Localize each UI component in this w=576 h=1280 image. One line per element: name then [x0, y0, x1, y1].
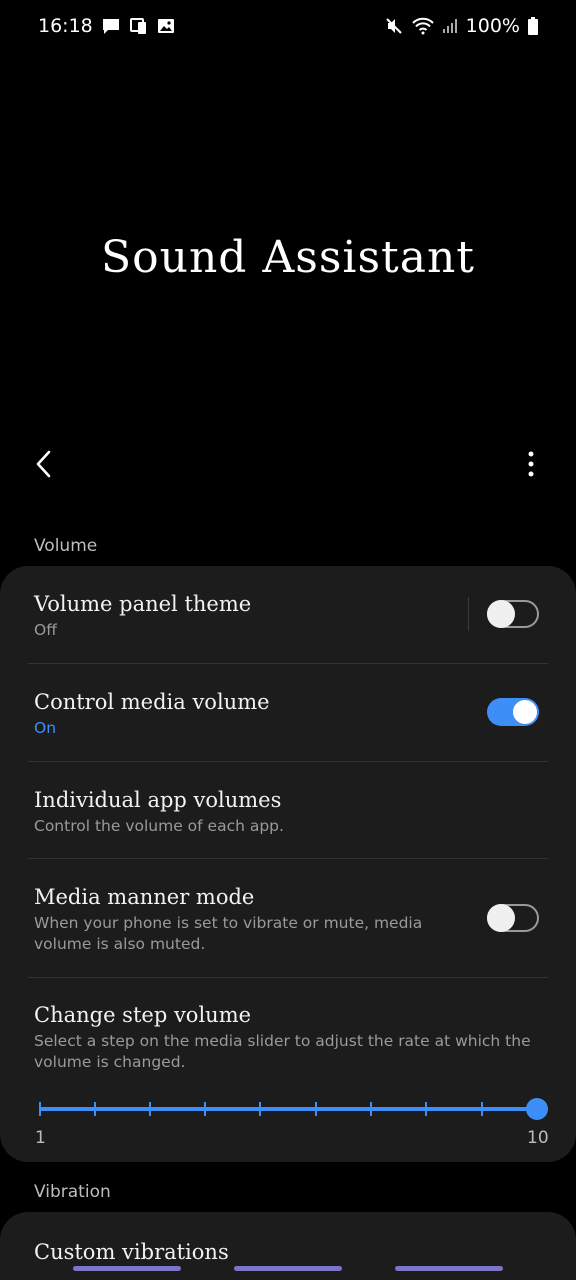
setting-custom-vibrations[interactable]: Custom vibrations — [34, 1238, 548, 1266]
divider — [28, 858, 548, 859]
wifi-icon — [411, 17, 434, 35]
setting-description: Select a step on the media slider to adj… — [34, 1032, 531, 1071]
divider — [28, 761, 548, 762]
slider-max-label: 10 — [527, 1128, 549, 1148]
slider-tick — [94, 1102, 96, 1116]
setting-title: Individual app volumes — [34, 788, 282, 812]
message-icon — [101, 17, 121, 35]
setting-title: Control media volume — [34, 690, 270, 714]
setting-title: Custom vibrations — [34, 1240, 229, 1264]
back-arrow-icon — [36, 450, 51, 478]
setting-change-step-volume: Change step volume Select a step on the … — [34, 1001, 548, 1073]
step-volume-slider[interactable] — [40, 1107, 536, 1111]
divider — [28, 977, 548, 978]
slider-tick — [204, 1102, 206, 1116]
status-time: 16:18 — [38, 15, 93, 37]
divider — [28, 663, 548, 664]
battery-percent: 100% — [465, 15, 520, 37]
setting-title: Change step volume — [34, 1003, 252, 1027]
toggle-knob — [513, 700, 537, 724]
device-icon — [129, 16, 149, 36]
slider-tick — [259, 1102, 261, 1116]
setting-status: Off — [34, 621, 57, 639]
setting-description: Control the volume of each app. — [34, 817, 284, 835]
slider-tick — [425, 1102, 427, 1116]
setting-volume-panel-theme[interactable]: Volume panel theme Off — [34, 590, 548, 641]
vertical-divider — [468, 597, 469, 631]
status-right: 100% — [384, 15, 538, 37]
screen: 16:18 100% Sound Assistant Volume Volume… — [0, 0, 576, 1280]
setting-media-manner-mode[interactable]: Media manner mode When your phone is set… — [34, 883, 446, 955]
control-media-volume-toggle[interactable] — [487, 698, 539, 726]
status-bar: 16:18 100% — [0, 0, 576, 52]
slider-tick — [39, 1102, 41, 1116]
media-manner-mode-toggle[interactable] — [487, 904, 539, 932]
setting-status: On — [34, 719, 57, 737]
section-header-volume: Volume — [34, 536, 98, 556]
setting-title: Media manner mode — [34, 885, 255, 909]
slider-tick — [149, 1102, 151, 1116]
slider-tick — [481, 1102, 483, 1116]
page-title: Sound Assistant — [101, 232, 475, 283]
toolbar — [0, 440, 576, 490]
toggle-knob — [487, 600, 515, 628]
mute-icon — [384, 16, 404, 36]
slider-tick — [370, 1102, 372, 1116]
setting-control-media-volume[interactable]: Control media volume On — [34, 688, 548, 739]
image-icon — [157, 17, 175, 35]
setting-individual-app-volumes[interactable]: Individual app volumes Control the volum… — [34, 786, 548, 837]
signal-icon — [442, 18, 458, 34]
status-left: 16:18 — [38, 15, 175, 37]
section-header-vibration: Vibration — [34, 1182, 111, 1202]
nav-home[interactable] — [234, 1266, 342, 1271]
back-button[interactable] — [26, 446, 62, 482]
battery-icon — [528, 17, 538, 35]
nav-back[interactable] — [395, 1266, 503, 1271]
toggle-knob — [487, 904, 515, 932]
more-options-button[interactable] — [516, 446, 546, 482]
more-vertical-icon — [528, 451, 534, 477]
setting-description: When your phone is set to vibrate or mut… — [34, 914, 423, 953]
slider-thumb[interactable] — [526, 1098, 548, 1120]
setting-title: Volume panel theme — [34, 592, 252, 616]
slider-tick — [315, 1102, 317, 1116]
volume-panel-theme-toggle[interactable] — [487, 600, 539, 628]
nav-recents[interactable] — [73, 1266, 181, 1271]
slider-min-label: 1 — [35, 1128, 46, 1148]
